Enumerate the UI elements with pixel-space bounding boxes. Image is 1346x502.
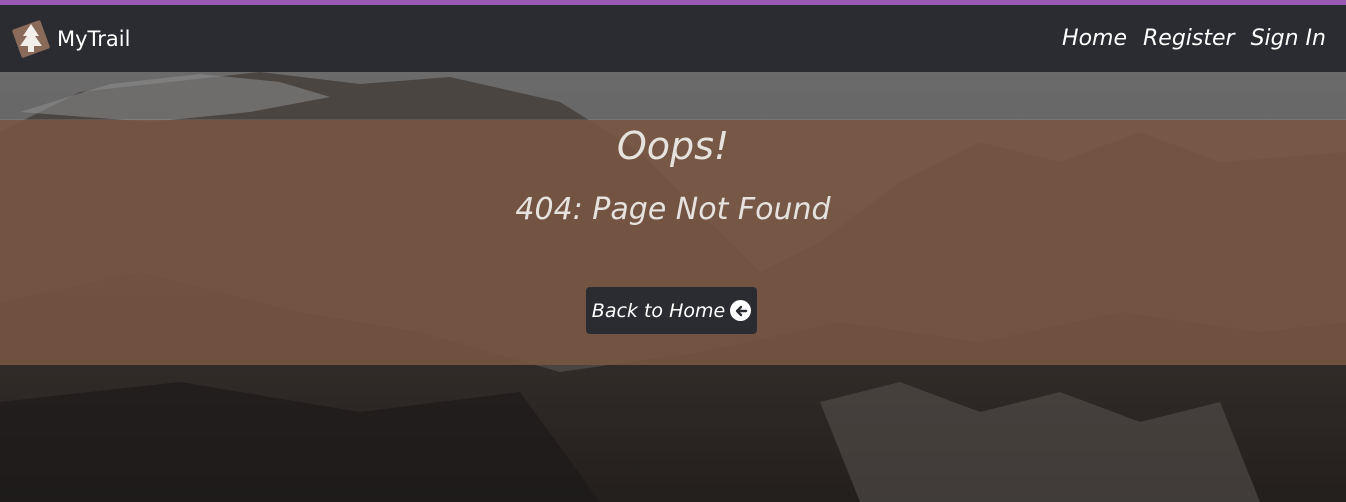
nav-sign-in-link[interactable]: Sign In [1251,26,1326,51]
error-title: Oops! [616,124,730,168]
error-message: 404: Page Not Found [515,192,831,227]
nav-links: Home Register Sign In [1046,26,1326,51]
error-panel: Oops! 404: Page Not Found Back to Home [0,120,1346,365]
arrow-circle-left-icon [730,300,752,321]
back-to-home-label: Back to Home [591,299,726,322]
hero-section: Oops! 404: Page Not Found Back to Home [0,72,1346,502]
nav-home-link[interactable]: Home [1062,26,1127,51]
tree-icon [12,19,50,58]
brand-link[interactable]: MyTrail [8,16,130,62]
back-to-home-button[interactable]: Back to Home [586,287,757,334]
navbar: MyTrail Home Register Sign In [0,5,1346,72]
brand-name: MyTrail [57,26,131,51]
nav-register-link[interactable]: Register [1143,26,1235,51]
